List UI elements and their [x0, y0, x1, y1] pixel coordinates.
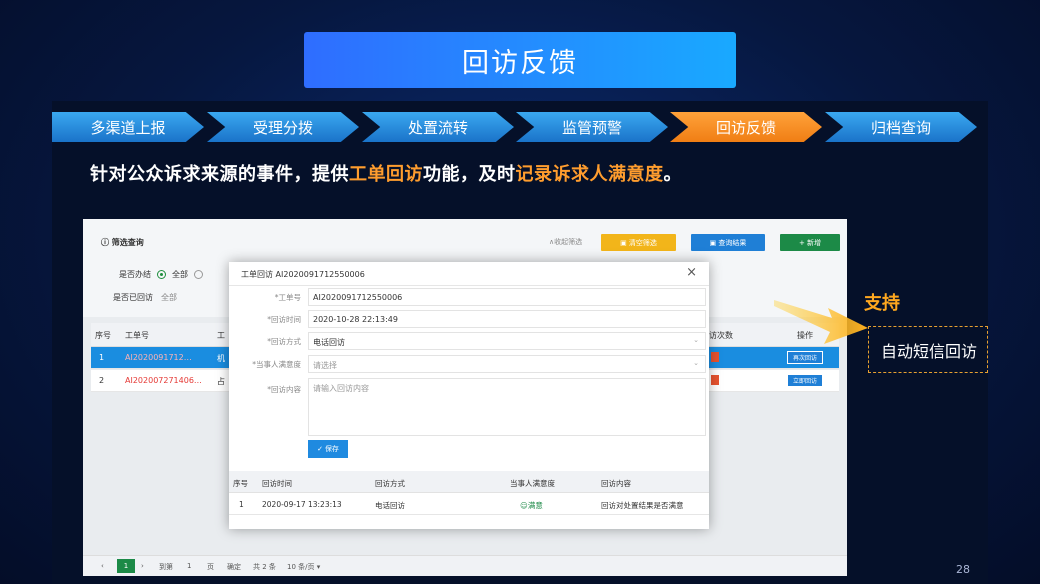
arrow-icon: [774, 300, 868, 344]
step-archive-query[interactable]: 归档查询: [825, 112, 977, 142]
visit-content-textarea[interactable]: 请输入回访内容: [308, 378, 706, 436]
pagination: ‹ 1 › 到第 1 页 确定 共 2 条 10 条/页 ▾: [83, 555, 847, 576]
revisit-button[interactable]: 再次回访: [787, 351, 823, 364]
visit-count-badge: [711, 375, 719, 385]
current-page[interactable]: 1: [117, 559, 135, 573]
confirm-page-button[interactable]: 确定: [227, 562, 241, 572]
close-icon[interactable]: ×: [686, 265, 697, 280]
dialog-header: 工单回访 AI2020091712550006 ×: [229, 262, 709, 286]
check-icon: ✓: [317, 445, 323, 453]
chevron-down-icon: ⌄: [693, 359, 699, 367]
field-visit-time: *回访时间 2020-10-28 22:13:49: [229, 310, 709, 328]
radio-other[interactable]: [194, 270, 203, 279]
chevron-down-icon: ⌄: [693, 336, 699, 344]
goto-page-input[interactable]: 1: [187, 562, 191, 570]
clear-filter-button[interactable]: ▣ 清空筛选: [601, 234, 676, 251]
field-satisfaction: *当事人满意度 请选择 ⌄: [229, 355, 709, 373]
page-number: 28: [956, 563, 970, 576]
visit-time-input[interactable]: 2020-10-28 22:13:49: [308, 310, 706, 328]
next-page-icon[interactable]: ›: [141, 562, 144, 570]
visit-now-button[interactable]: 立即回访: [787, 374, 823, 387]
step-handling-flow[interactable]: 处置流转: [362, 112, 514, 142]
filter-finished-row: 是否办结 全部: [119, 269, 203, 280]
radio-all[interactable]: [157, 270, 166, 279]
return-visit-dialog: 工单回访 AI2020091712550006 × *工单号 AI2020091…: [229, 262, 709, 529]
dialog-title: 工单回访 AI2020091712550006: [241, 270, 365, 279]
highlight-return-visit: 工单回访: [349, 164, 423, 185]
visit-method-select[interactable]: 电话回访 ⌄: [308, 332, 706, 350]
step-acceptance-dispatch[interactable]: 受理分拨: [207, 112, 359, 142]
record-row[interactable]: 1 2020-09-17 13:23:13 电话回访 ☺满意 回访对处置结果是否…: [229, 493, 709, 515]
add-button[interactable]: + 新增: [780, 234, 840, 251]
query-button[interactable]: ▣ 查询结果: [691, 234, 765, 251]
collapse-filter-link[interactable]: ∧收起筛选: [549, 237, 582, 247]
field-order-no: *工单号 AI2020091712550006: [229, 288, 709, 306]
step-return-visit-feedback[interactable]: 回访反馈: [670, 112, 822, 142]
feature-description: 针对公众诉求来源的事件，提供工单回访功能，及时记录诉求人满意度。: [90, 164, 682, 185]
page-size-select[interactable]: 10 条/页 ▾: [287, 562, 320, 572]
auto-sms-callout: 自动短信回访: [868, 326, 988, 373]
filter-visited-row: 是否已回访 全部: [113, 292, 177, 303]
order-no-input[interactable]: AI2020091712550006: [308, 288, 706, 306]
step-supervision-warning[interactable]: 监管预警: [516, 112, 668, 142]
field-visit-method: *回访方式 电话回访 ⌄: [229, 332, 709, 350]
highlight-satisfaction: 记录诉求人满意度: [515, 164, 664, 185]
satisfied-badge: ☺满意: [520, 501, 543, 510]
process-steps: 多渠道上报 受理分拨 处置流转 监管预警 回访反馈 归档查询: [52, 112, 977, 142]
prev-page-icon[interactable]: ‹: [101, 562, 104, 570]
support-label: 支持: [864, 293, 900, 314]
record-table-header: 序号 回访时间 回访方式 当事人满意度 回访内容: [229, 471, 709, 493]
filter-title: ⓘ 筛选查询: [101, 238, 144, 247]
save-button[interactable]: ✓ 保存: [308, 440, 348, 458]
page-title: 回访反馈: [304, 32, 736, 88]
visit-count-badge: [711, 352, 719, 362]
visited-select[interactable]: 全部: [161, 292, 177, 303]
satisfaction-select[interactable]: 请选择 ⌄: [308, 355, 706, 373]
step-multichannel-report[interactable]: 多渠道上报: [52, 112, 204, 142]
